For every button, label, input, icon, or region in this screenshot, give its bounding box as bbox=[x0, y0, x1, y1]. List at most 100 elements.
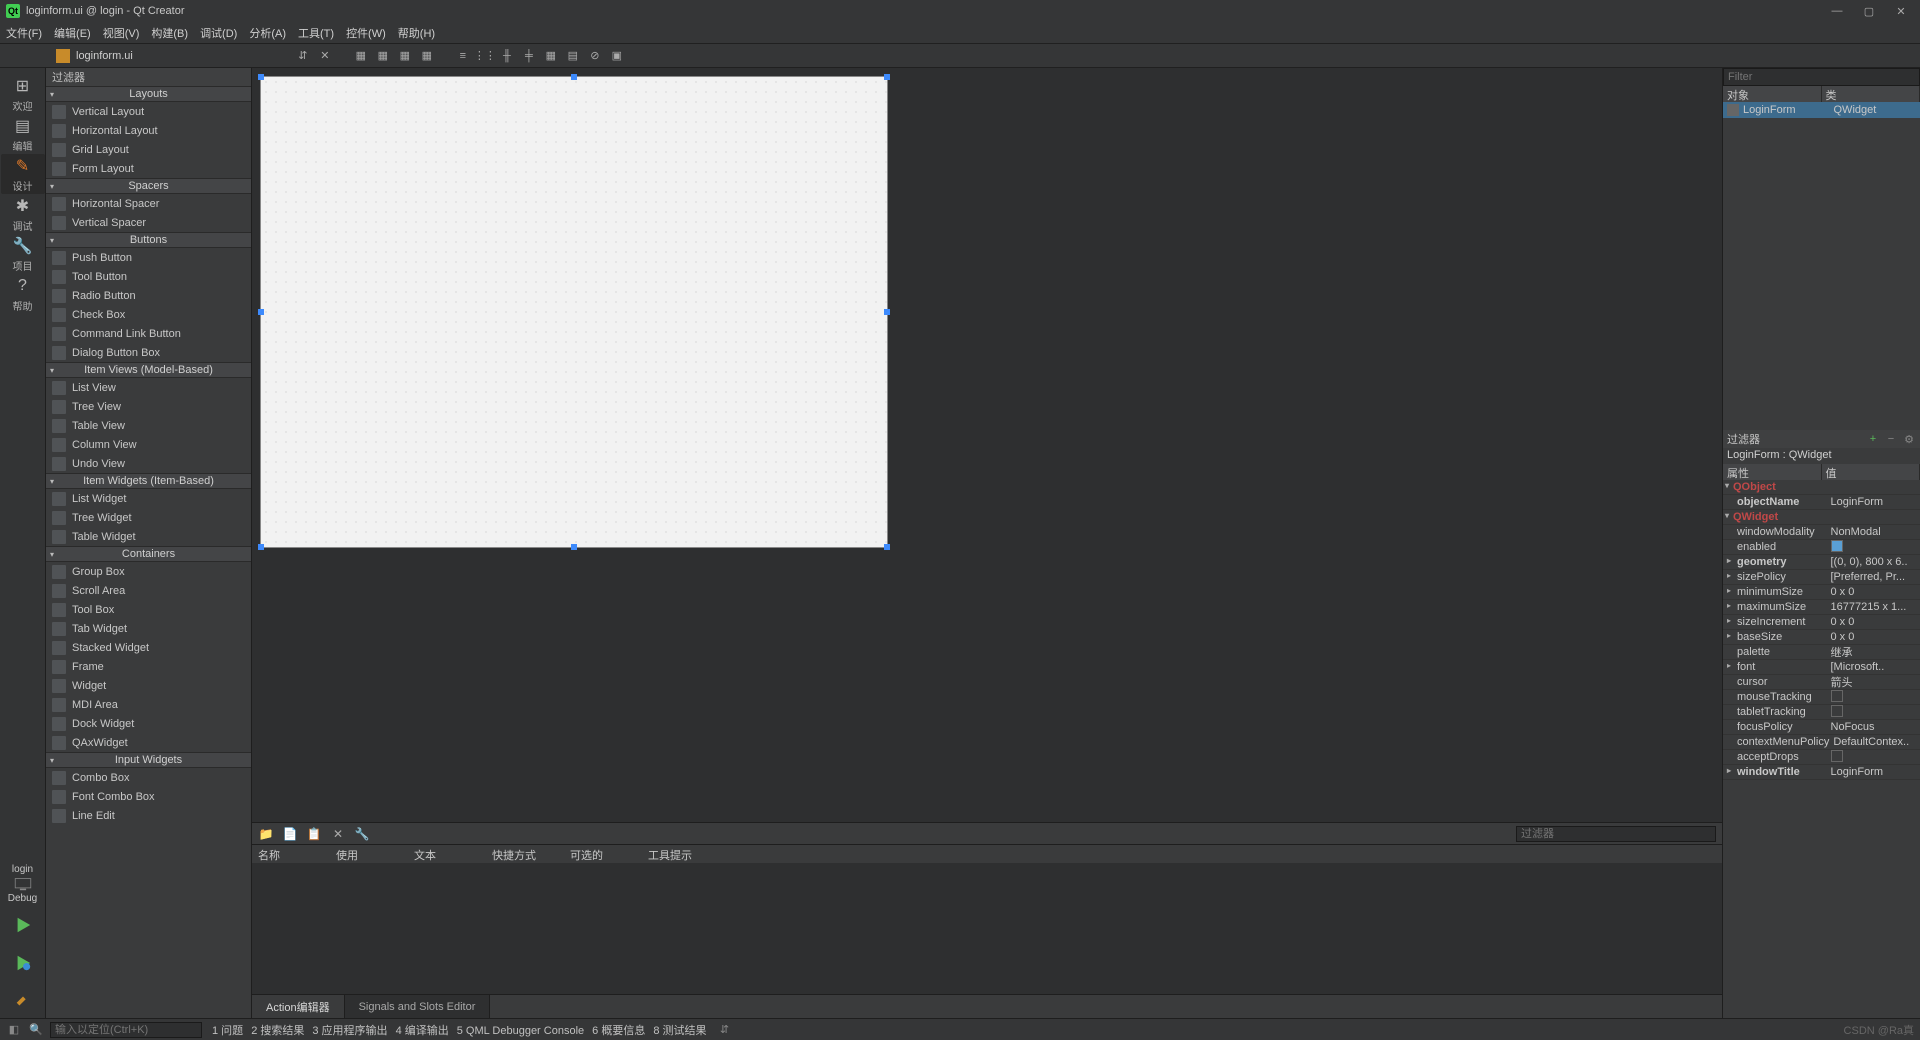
add-prop-icon[interactable]: + bbox=[1866, 432, 1880, 446]
mode-欢迎[interactable]: ⊞欢迎 bbox=[1, 74, 45, 114]
property-row[interactable]: maximumSize16777215 x 1... bbox=[1723, 600, 1920, 615]
widget-item[interactable]: Command Link Button bbox=[46, 324, 251, 343]
layout-vert-icon[interactable]: ⋮⋮ bbox=[477, 48, 493, 64]
property-row[interactable]: contextMenuPolicyDefaultContex.. bbox=[1723, 735, 1920, 750]
widget-item[interactable]: Combo Box bbox=[46, 768, 251, 787]
menu-build[interactable]: 构建(B) bbox=[151, 25, 188, 41]
menu-widgets[interactable]: 控件(W) bbox=[346, 25, 386, 41]
layout-hsplit-icon[interactable]: ╫ bbox=[499, 48, 515, 64]
widget-item[interactable]: Tab Widget bbox=[46, 619, 251, 638]
delete-icon[interactable]: ✕ bbox=[330, 826, 346, 842]
widget-category[interactable]: Layouts bbox=[46, 86, 251, 102]
property-list[interactable]: QObjectobjectNameLoginFormQWidgetwindowM… bbox=[1723, 480, 1920, 1018]
widget-category[interactable]: Item Views (Model-Based) bbox=[46, 362, 251, 378]
widget-item[interactable]: Group Box bbox=[46, 562, 251, 581]
build-button[interactable] bbox=[1, 984, 45, 1018]
minimize-icon[interactable]: — bbox=[1830, 4, 1844, 18]
edit-signals-icon[interactable]: ▦ bbox=[375, 48, 391, 64]
widget-item[interactable]: Tree View bbox=[46, 397, 251, 416]
widget-item[interactable]: Horizontal Layout bbox=[46, 121, 251, 140]
widget-item[interactable]: MDI Area bbox=[46, 695, 251, 714]
maximize-icon[interactable]: ▢ bbox=[1862, 4, 1876, 18]
property-row[interactable]: sizeIncrement0 x 0 bbox=[1723, 615, 1920, 630]
property-row[interactable]: mouseTracking bbox=[1723, 690, 1920, 705]
checkbox-icon[interactable] bbox=[1831, 705, 1843, 717]
edit-tab-order-icon[interactable]: ▦ bbox=[419, 48, 435, 64]
widget-item[interactable]: Widget bbox=[46, 676, 251, 695]
widget-item[interactable]: Tree Widget bbox=[46, 508, 251, 527]
output-pane-tab[interactable]: 6 概要信息 bbox=[588, 1025, 649, 1037]
widget-item[interactable]: Font Combo Box bbox=[46, 787, 251, 806]
tab-signals-slots[interactable]: Signals and Slots Editor bbox=[345, 995, 491, 1019]
property-row[interactable]: acceptDrops bbox=[1723, 750, 1920, 765]
widget-item[interactable]: Vertical Spacer bbox=[46, 213, 251, 232]
menu-edit[interactable]: 编辑(E) bbox=[54, 25, 91, 41]
property-row[interactable]: baseSize0 x 0 bbox=[1723, 630, 1920, 645]
layout-form-icon[interactable]: ▤ bbox=[565, 48, 581, 64]
mode-帮助[interactable]: ?帮助 bbox=[1, 274, 45, 314]
remove-prop-icon[interactable]: − bbox=[1884, 432, 1898, 446]
widget-item[interactable]: Column View bbox=[46, 435, 251, 454]
search-icon[interactable]: 🔍 bbox=[28, 1022, 44, 1038]
property-row[interactable]: windowTitleLoginForm bbox=[1723, 765, 1920, 780]
mode-设计[interactable]: ✎设计 bbox=[1, 154, 45, 194]
property-row[interactable]: QWidget bbox=[1723, 510, 1920, 525]
widget-box-list[interactable]: LayoutsVertical LayoutHorizontal LayoutG… bbox=[46, 86, 251, 1018]
layout-horiz-icon[interactable]: ≡ bbox=[455, 48, 471, 64]
kit-selector[interactable]: login Debug bbox=[1, 864, 45, 904]
break-layout-icon[interactable]: ⊘ bbox=[587, 48, 603, 64]
folder-icon[interactable]: 📁 bbox=[258, 826, 274, 842]
close-doc-icon[interactable]: ✕ bbox=[317, 48, 333, 64]
property-row[interactable]: windowModalityNonModal bbox=[1723, 525, 1920, 540]
edit-widgets-icon[interactable]: ▦ bbox=[353, 48, 369, 64]
output-pane-tab[interactable]: 4 编译输出 bbox=[392, 1025, 453, 1037]
widget-category[interactable]: Item Widgets (Item-Based) bbox=[46, 473, 251, 489]
widget-category[interactable]: Containers bbox=[46, 546, 251, 562]
form-canvas[interactable] bbox=[260, 76, 888, 548]
widget-item[interactable]: Horizontal Spacer bbox=[46, 194, 251, 213]
mode-编辑[interactable]: ▤编辑 bbox=[1, 114, 45, 154]
edit-buddies-icon[interactable]: ▦ bbox=[397, 48, 413, 64]
widget-item[interactable]: Undo View bbox=[46, 454, 251, 473]
property-row[interactable]: palette继承 bbox=[1723, 645, 1920, 660]
widget-item[interactable]: Check Box bbox=[46, 305, 251, 324]
property-row[interactable]: sizePolicy[Preferred, Pr... bbox=[1723, 570, 1920, 585]
menu-view[interactable]: 视图(V) bbox=[103, 25, 140, 41]
config-icon[interactable]: 🔧 bbox=[354, 826, 370, 842]
widget-item[interactable]: Radio Button bbox=[46, 286, 251, 305]
property-row[interactable]: QObject bbox=[1723, 480, 1920, 495]
checkbox-icon[interactable] bbox=[1831, 540, 1843, 552]
property-row[interactable]: objectNameLoginForm bbox=[1723, 495, 1920, 510]
property-row[interactable]: font[Microsoft.. bbox=[1723, 660, 1920, 675]
widget-item[interactable]: QAxWidget bbox=[46, 733, 251, 752]
property-row[interactable]: cursor箭头 bbox=[1723, 675, 1920, 690]
output-pane-tab[interactable]: 5 QML Debugger Console bbox=[453, 1025, 588, 1037]
widget-item[interactable]: Push Button bbox=[46, 248, 251, 267]
property-row[interactable]: tabletTracking bbox=[1723, 705, 1920, 720]
output-pane-tab[interactable]: 8 测试结果 bbox=[649, 1025, 710, 1037]
run-button[interactable] bbox=[1, 908, 45, 942]
widget-box-filter-label[interactable]: 过滤器 bbox=[46, 68, 251, 86]
property-row[interactable]: enabled bbox=[1723, 540, 1920, 555]
mode-项目[interactable]: 🔧项目 bbox=[1, 234, 45, 274]
output-pane-tab[interactable]: 2 搜索结果 bbox=[247, 1025, 308, 1037]
property-filter-label[interactable]: 过滤器 bbox=[1727, 431, 1760, 447]
widget-item[interactable]: Dialog Button Box bbox=[46, 343, 251, 362]
checkbox-icon[interactable] bbox=[1831, 690, 1843, 702]
copy-icon[interactable]: 📋 bbox=[306, 826, 322, 842]
widget-category[interactable]: Input Widgets bbox=[46, 752, 251, 768]
new-icon[interactable]: 📄 bbox=[282, 826, 298, 842]
widget-item[interactable]: Table Widget bbox=[46, 527, 251, 546]
close-icon[interactable]: ✕ bbox=[1894, 4, 1908, 18]
widget-item[interactable]: Table View bbox=[46, 416, 251, 435]
object-filter-input[interactable] bbox=[1723, 68, 1920, 86]
adjust-size-icon[interactable]: ▣ bbox=[609, 48, 625, 64]
menu-tools[interactable]: 工具(T) bbox=[298, 25, 334, 41]
property-row[interactable]: focusPolicyNoFocus bbox=[1723, 720, 1920, 735]
locator-input[interactable] bbox=[50, 1022, 202, 1038]
widget-item[interactable]: Frame bbox=[46, 657, 251, 676]
menu-file[interactable]: 文件(F) bbox=[6, 25, 42, 41]
property-row[interactable]: minimumSize0 x 0 bbox=[1723, 585, 1920, 600]
widget-item[interactable]: Scroll Area bbox=[46, 581, 251, 600]
layout-vsplit-icon[interactable]: ╪ bbox=[521, 48, 537, 64]
